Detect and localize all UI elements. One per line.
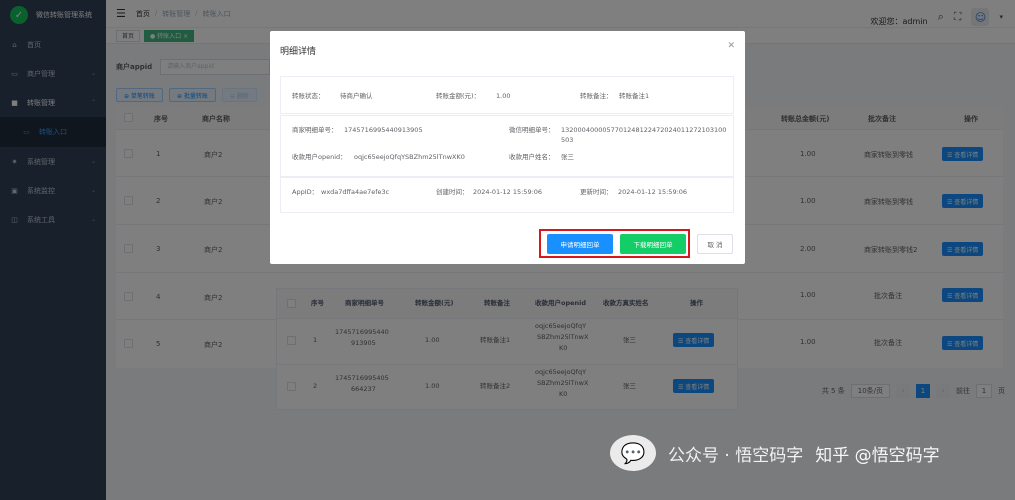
cancel-button[interactable]: 取 消 — [697, 234, 733, 254]
close-icon[interactable]: ✕ — [727, 41, 735, 51]
updated-label: 更新时间： — [580, 188, 613, 196]
wx-no-value-line2: 503 — [561, 136, 574, 144]
created-value: 2024-01-12 15:59:06 — [473, 188, 543, 196]
status-value: 待商户确认 — [340, 92, 373, 100]
status-panel: 转账状态： 待商户确认 转账金额(元)： 1.00 转账备注： 转账备注1 — [280, 76, 734, 114]
watermark-text-a: 公众号 · 悟空码字 — [668, 445, 804, 466]
username-value: 张三 — [561, 153, 574, 161]
appid-label: AppID： — [292, 188, 319, 196]
wechat-logo-icon: 💬 — [610, 435, 656, 471]
username-label: 收款用户姓名： — [509, 153, 555, 161]
wx-no-value-line1: 1320004000057701248122472024011272103100 — [561, 126, 727, 134]
merchant-no-value: 1745716995440913905 — [344, 126, 423, 134]
merchant-no-label: 商家明细单号： — [292, 126, 338, 134]
meta-panel: AppID： wxda7dffa4ae7efe3c 创建时间： 2024-01-… — [280, 177, 734, 213]
remark-value: 转账备注1 — [619, 92, 650, 100]
download-receipt-button[interactable]: 下载明细回单 — [620, 234, 686, 254]
amount-value: 1.00 — [496, 92, 511, 100]
appid-value: wxda7dffa4ae7efe3c — [321, 188, 390, 196]
dialog-title: 明细详情 — [280, 47, 317, 57]
openid-value: oqjc65eejoQfqYSBZhm25lTnwXK0 — [354, 153, 465, 161]
watermark-text-b: 知乎 @悟空码字 — [815, 445, 940, 466]
order-panel: 商家明细单号： 1745716995440913905 微信明细单号： 1320… — [280, 115, 734, 177]
created-label: 创建时间： — [436, 188, 469, 196]
remark-label: 转账备注： — [580, 92, 613, 100]
app-root: ✓ 微信转账管理系统 ⌂ 首页 ▭ 商户管理 ⌄ ■ 转账管理 ⌃ ▭ 转账入口… — [0, 0, 1015, 500]
amount-label: 转账金额(元)： — [436, 92, 481, 100]
status-label: 转账状态： — [292, 92, 325, 100]
openid-label: 收款用户openid： — [292, 153, 347, 161]
wx-no-label: 微信明细单号： — [509, 126, 555, 134]
watermark: 💬 公众号 · 悟空码字 知乎 @悟空码字 — [610, 428, 1010, 478]
detail-dialog: 明细详情 ✕ 转账状态： 待商户确认 转账金额(元)： 1.00 转账备注： 转… — [270, 31, 745, 264]
apply-receipt-button[interactable]: 申请明细回单 — [547, 234, 613, 254]
updated-value: 2024-01-12 15:59:06 — [618, 188, 688, 196]
